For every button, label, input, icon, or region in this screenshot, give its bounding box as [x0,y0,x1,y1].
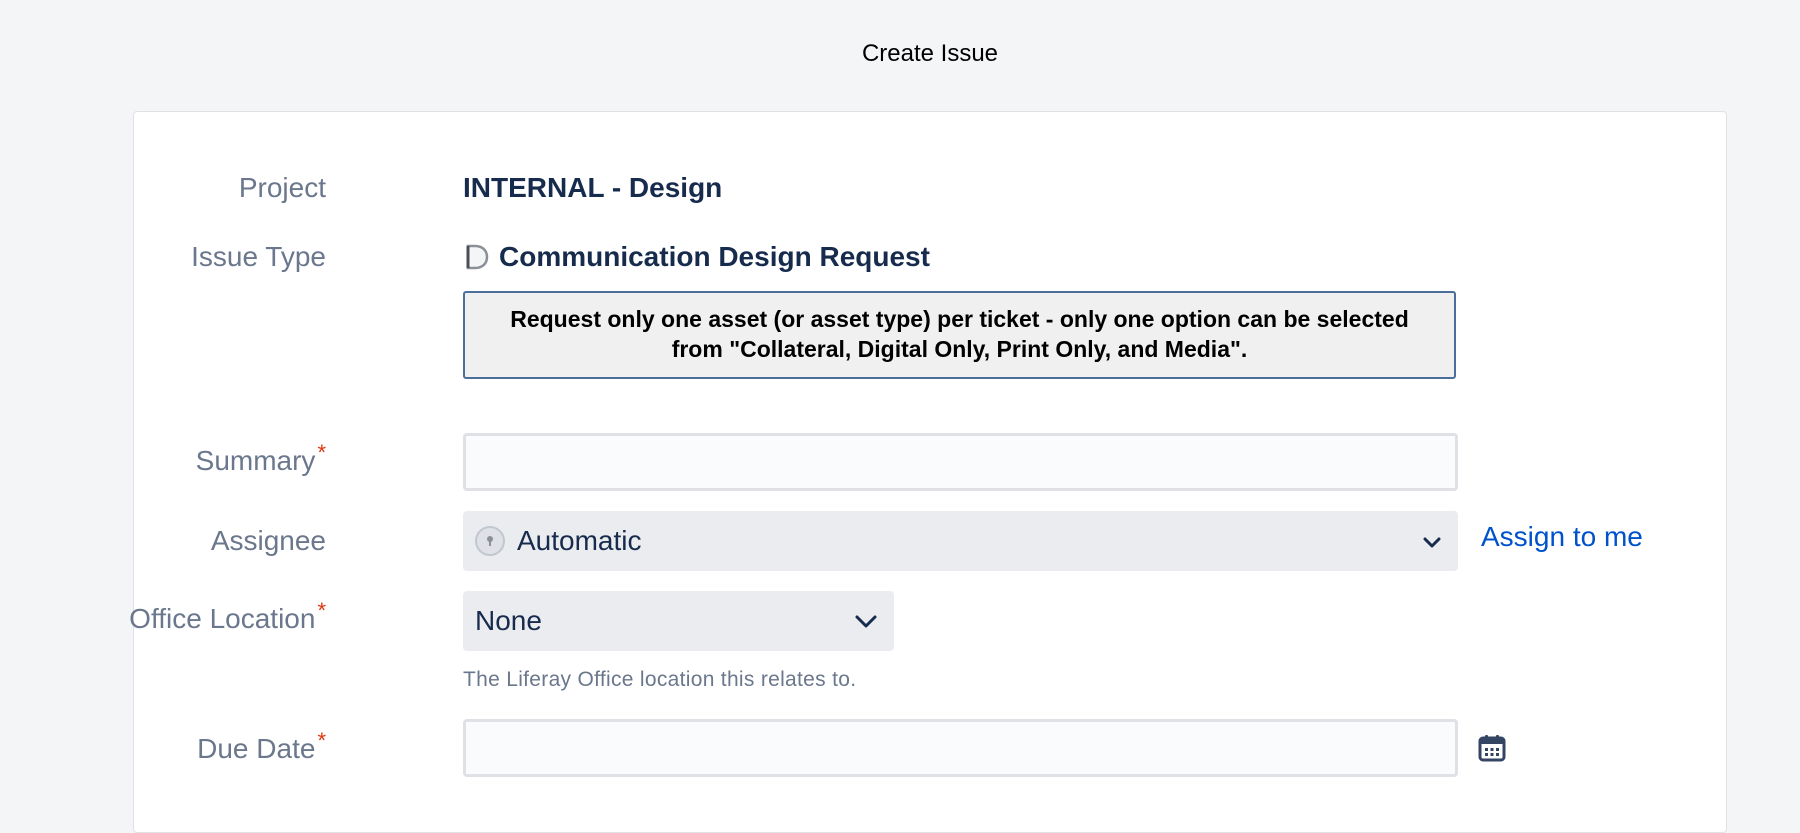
issue-type-text: Communication Design Request [499,241,930,272]
assignee-select[interactable]: Automatic [463,511,1458,571]
summary-input[interactable] [463,433,1458,491]
summary-label: Summary* [195,440,326,476]
chevron-down-icon [854,605,878,637]
assignee-value: Automatic [517,525,642,556]
required-marker: * [317,440,326,465]
office-location-select[interactable]: None [463,591,894,651]
office-location-label: Office Location* [129,598,326,634]
assign-to-me-link[interactable]: Assign to me [1481,521,1643,553]
assignee-label: Assignee [210,525,326,556]
issue-type-label: Issue Type [191,241,326,272]
issue-type-value: Communication Design Request [463,241,930,273]
create-issue-form: Project INTERNAL - Design Issue Type Com… [129,111,1727,833]
office-location-value: None [475,605,542,636]
due-date-input[interactable] [463,719,1458,777]
required-marker: * [317,728,326,753]
issue-type-notice: Request only one asset (or asset type) p… [463,291,1456,379]
due-date-label: Due Date* [197,728,326,764]
project-value: INTERNAL - Design [463,172,723,203]
calendar-icon[interactable] [1478,734,1506,767]
page-title: Create Issue [861,40,999,67]
avatar [475,526,505,556]
office-location-help: The Liferay Office location this relates… [463,668,857,691]
required-marker: * [317,598,326,623]
chevron-down-icon [1422,525,1442,557]
project-label: Project [238,172,326,203]
design-request-icon [463,243,491,271]
